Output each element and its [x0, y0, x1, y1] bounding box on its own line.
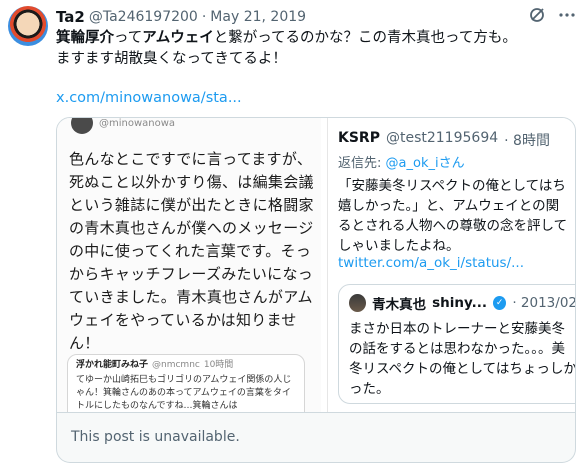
quote-body: まさか日本のトレーナーと安藤美冬の話をするとは思わなかった。。。美冬リスペクトの…: [349, 321, 576, 397]
bold-name: 箕輪厚介: [56, 30, 114, 46]
handle[interactable]: @Ta246197200: [89, 9, 198, 25]
media-image[interactable]: @minowanowa 色んなとこですでに言ってますが、死ぬこと以外かすり傷、は…: [56, 117, 576, 413]
more-icon[interactable]: [558, 6, 576, 28]
reply-body: 「安藤美冬リスペクトの俺としてはち 嬉しかった。」と、アムウェイとの関 るとされ…: [338, 178, 568, 254]
tweet-link[interactable]: x.com/minowanowa/sta...: [56, 90, 242, 106]
tweet-date[interactable]: May 21, 2019: [210, 9, 306, 25]
text-fragment: って: [114, 30, 143, 46]
left-top-handle-row: @minowanowa: [71, 117, 176, 134]
embedded-body: てゆーか山崎拓巳もゴリゴリのアムウェイ関係の人じゃん！箕輪さんのあの本ってアムウ…: [76, 375, 292, 411]
embedded-handle: @nmcmnc: [152, 360, 200, 370]
embedded-tweet-card: 浮かれ能町みね子 @nmcmnc 10時間 てゆーか山崎拓巳もゴリゴリのアムウェ…: [67, 354, 305, 412]
quote-name: 青木真也: [372, 297, 427, 313]
left-screenshot: @minowanowa 色んなとこですでに言ってますが、死ぬこと以外かすり傷、は…: [57, 117, 321, 412]
quote-handle: shiny...: [432, 295, 487, 311]
left-body-text: 色んなとこですでに言ってますが、死ぬこと以外かすり傷、は編集会議という雑誌に僕が…: [69, 150, 314, 352]
header-icons: [528, 6, 576, 28]
reply-link: twitter.com/a_ok_i/status/...: [338, 255, 525, 271]
bold-amway: アムウェイ: [142, 30, 214, 46]
embedded-time: 10時間: [203, 360, 234, 370]
tweet-text: 箕輪厚介ってアムウェイと繋がってるのかな？この青木真也って方も。 ますます胡散臭…: [56, 28, 576, 70]
display-name[interactable]: Ta2: [56, 8, 85, 26]
reply-to-handle: @a_ok_iさん: [385, 156, 465, 171]
text-line2: ますます胡散臭くなってきてるよ！: [56, 51, 287, 67]
reply-to-label: 返信先:: [338, 156, 382, 171]
grok-icon[interactable]: [528, 6, 546, 28]
verified-icon: ✓: [492, 296, 507, 310]
mini-avatar: [71, 118, 93, 134]
unavailable-notice: This post is unavailable.: [56, 413, 576, 463]
reply-header: KSRP @test21195694 · 8時間: [338, 130, 550, 150]
reply-time: · 8時間: [504, 133, 550, 149]
reply-to: 返信先: @a_ok_iさん: [338, 152, 465, 171]
text-fragment: と繋がってるのかな？この青木真也って方も。: [213, 30, 517, 46]
left-top-handle: @minowanowa: [99, 117, 176, 129]
quote-date: · 2013/02: [512, 295, 576, 311]
avatar[interactable]: [8, 6, 48, 46]
quote-avatar: [349, 294, 367, 312]
reply-name: KSRP: [338, 130, 380, 146]
separator-dot: ·: [201, 9, 207, 25]
tweet-header: Ta2 @Ta246197200 · May 21, 2019: [56, 6, 576, 28]
quote-card: 青木真也 shiny... ✓ · 2013/02 まさか日本のトレーナーと安藤…: [338, 284, 576, 404]
reply-handle: @test21195694: [385, 130, 499, 146]
embedded-name: 浮かれ能町みね子: [76, 360, 149, 370]
right-screenshot: KSRP @test21195694 · 8時間 返信先: @a_ok_iさん …: [327, 118, 576, 412]
